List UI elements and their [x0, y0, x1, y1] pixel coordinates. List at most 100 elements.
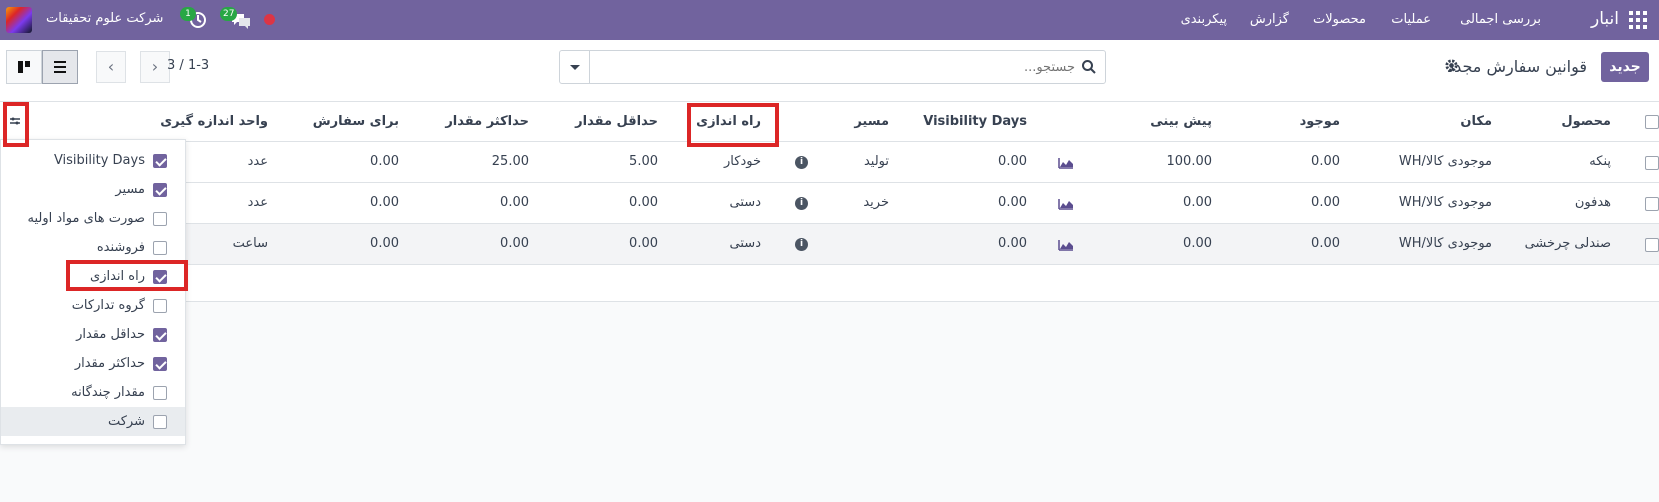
cell-visibility-days: 0.00	[998, 154, 1027, 169]
row-checkbox[interactable]	[1645, 197, 1659, 211]
top-navbar: انبار بررسی اجمالی عملیات محصولات گزارش …	[0, 0, 1659, 40]
control-panel: جدید قوانین سفارش مجدد › ‹ 1-3 / 3	[0, 40, 1659, 102]
sliders-icon	[10, 117, 20, 125]
pager-value[interactable]: 1-3 / 3	[167, 58, 209, 73]
previous-page-button[interactable]: ‹	[96, 51, 126, 83]
option-min-qty[interactable]: حداقل مقدار	[1, 320, 185, 349]
option-label: حداقل مقدار	[76, 327, 145, 342]
column-visibility-days[interactable]: Visibility Days	[923, 114, 1027, 129]
menu-products[interactable]: محصولات	[1313, 12, 1366, 27]
cell-location: WH/موجودی کالا	[1398, 195, 1492, 210]
row-checkbox[interactable]	[1645, 238, 1659, 252]
cell-min-qty: 0.00	[629, 236, 658, 251]
option-visibility-days[interactable]: Visibility Days	[1, 146, 185, 175]
cell-product: صندلی چرخشی	[1524, 236, 1611, 251]
app-name[interactable]: انبار	[1591, 9, 1619, 29]
messages-badge: 27	[220, 7, 238, 21]
forecast-chart-icon[interactable]	[1058, 156, 1074, 169]
option-route[interactable]: مسیر	[1, 175, 185, 204]
cell-product: پنکه	[1589, 154, 1611, 169]
column-product[interactable]: محصول	[1561, 114, 1611, 129]
forecast-chart-icon[interactable]	[1058, 238, 1074, 251]
route-info-icon[interactable]: i	[795, 238, 808, 251]
checkbox-unchecked[interactable]	[153, 212, 167, 226]
apps-menu-icon[interactable]	[1629, 11, 1647, 29]
checkbox-checked[interactable]	[153, 357, 167, 371]
cell-route: تولید	[863, 154, 889, 169]
table-row[interactable]: پنکه WH/موجودی کالا 0.00 100.00 0.00 تول…	[0, 142, 1659, 183]
column-uom[interactable]: واحد اندازه گیری	[160, 114, 268, 129]
cell-trigger: دستی	[729, 236, 761, 251]
checkbox-unchecked[interactable]	[153, 299, 167, 313]
column-on-hand[interactable]: موجود	[1300, 114, 1340, 129]
cell-forecast: 0.00	[1183, 195, 1212, 210]
option-label: فروشنده	[96, 240, 145, 255]
route-info-icon[interactable]: i	[795, 197, 808, 210]
kanban-view-icon	[18, 61, 30, 73]
checkbox-checked[interactable]	[153, 328, 167, 342]
option-trigger[interactable]: راه اندازی	[1, 262, 185, 291]
cell-trigger: دستی	[729, 195, 761, 210]
column-forecast[interactable]: پیش بینی	[1150, 114, 1212, 129]
checkbox-checked[interactable]	[153, 270, 167, 284]
menu-reporting[interactable]: گزارش	[1250, 12, 1289, 27]
cell-visibility-days: 0.00	[998, 195, 1027, 210]
option-bom[interactable]: صورت های مواد اولیه	[1, 204, 185, 233]
cell-visibility-days: 0.00	[998, 236, 1027, 251]
search-icon[interactable]	[1081, 59, 1097, 75]
record-status-icon[interactable]	[264, 14, 275, 25]
column-trigger[interactable]: راه اندازی	[696, 114, 761, 129]
list-view-button[interactable]	[42, 50, 78, 84]
checkbox-checked[interactable]	[153, 154, 167, 168]
option-max-qty[interactable]: حداکثر مقدار	[1, 349, 185, 378]
option-label: راه اندازی	[90, 269, 145, 284]
forecast-chart-icon[interactable]	[1058, 197, 1074, 210]
option-label: شرکت	[107, 414, 145, 429]
option-label: مقدار چندگانه	[71, 385, 145, 400]
company-name[interactable]: شرکت علوم تحقیقات	[46, 11, 163, 26]
column-min-qty[interactable]: حداقل مقدار	[575, 114, 658, 129]
cell-uom: ساعت	[232, 236, 268, 251]
menu-operations[interactable]: عملیات	[1391, 12, 1431, 27]
menu-configuration[interactable]: پیکربندی	[1181, 12, 1227, 27]
cell-forecast: 0.00	[1183, 236, 1212, 251]
checkbox-checked[interactable]	[153, 183, 167, 197]
column-to-order[interactable]: برای سفارش	[313, 114, 399, 129]
table-row[interactable]: صندلی چرخشی WH/موجودی کالا 0.00 0.00 0.0…	[0, 224, 1659, 265]
option-label: Visibility Days	[53, 153, 145, 168]
kanban-view-button[interactable]	[6, 50, 42, 84]
option-vendor[interactable]: فروشنده	[1, 233, 185, 262]
option-label: صورت های مواد اولیه	[27, 211, 145, 226]
table-row[interactable]: هدفون WH/موجودی کالا 0.00 0.00 0.00 خرید…	[0, 183, 1659, 224]
cell-location: WH/موجودی کالا	[1398, 236, 1492, 251]
cell-on-hand: 0.00	[1311, 195, 1340, 210]
checkbox-unchecked[interactable]	[153, 415, 167, 429]
company-logo[interactable]	[6, 7, 32, 33]
option-label: حداکثر مقدار	[74, 356, 145, 371]
search-bar	[559, 50, 1106, 84]
cell-forecast: 100.00	[1166, 154, 1213, 169]
cell-on-hand: 0.00	[1311, 236, 1340, 251]
next-page-button[interactable]: ›	[140, 51, 170, 83]
optional-columns-toggle[interactable]	[4, 104, 28, 142]
column-route[interactable]: مسیر	[854, 114, 889, 129]
option-multiple-qty[interactable]: مقدار چندگانه	[1, 378, 185, 407]
menu-overview[interactable]: بررسی اجمالی	[1460, 12, 1541, 27]
column-location[interactable]: مکان	[1460, 114, 1492, 129]
option-procurement-group[interactable]: گروه تدارکات	[1, 291, 185, 320]
gear-icon[interactable]	[1444, 58, 1459, 77]
cell-to-order: 0.00	[370, 236, 399, 251]
new-button[interactable]: جدید	[1601, 52, 1649, 82]
search-options-toggle[interactable]	[560, 51, 590, 83]
optional-columns-dropdown: Visibility Days مسیر صورت های مواد اولیه…	[0, 139, 186, 445]
row-checkbox[interactable]	[1645, 156, 1659, 170]
search-input[interactable]	[605, 57, 1075, 77]
cell-min-qty: 0.00	[629, 195, 658, 210]
route-info-icon[interactable]: i	[795, 156, 808, 169]
checkbox-unchecked[interactable]	[153, 241, 167, 255]
checkbox-unchecked[interactable]	[153, 386, 167, 400]
cell-uom: عدد	[247, 195, 268, 210]
option-company[interactable]: شرکت	[1, 407, 185, 436]
column-max-qty[interactable]: حداکثر مقدار	[445, 114, 529, 129]
select-all-checkbox[interactable]	[1645, 115, 1659, 129]
